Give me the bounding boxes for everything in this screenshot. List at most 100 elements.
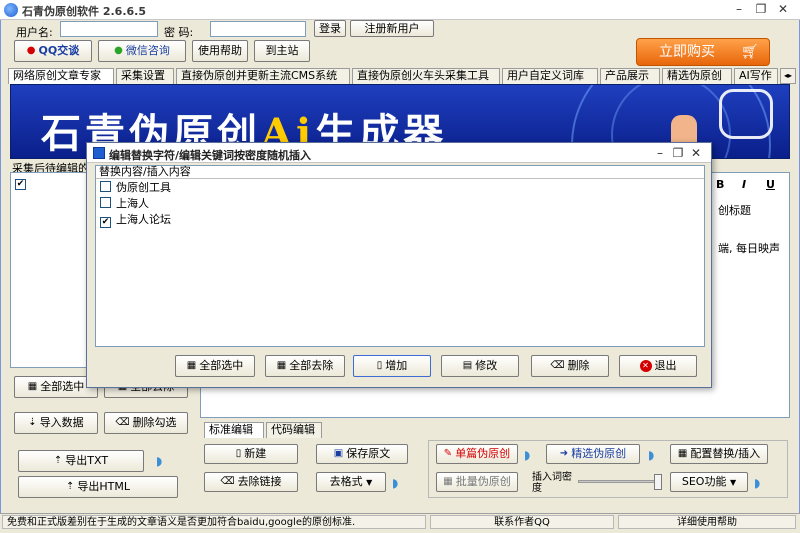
item-checkbox[interactable] <box>100 197 111 208</box>
export-html-button[interactable]: ⇡ 导出HTML <box>18 476 178 498</box>
close-button[interactable]: ✕ <box>772 1 794 18</box>
import-data-button[interactable]: ⇣ 导入数据 <box>14 412 98 434</box>
bold-button[interactable]: B <box>716 178 724 191</box>
openai-logo-icon <box>719 89 773 139</box>
selected-pseudo-button[interactable]: ➜ 精选伪原创 <box>546 444 640 464</box>
dialog-exit-button[interactable]: ✕ 退出 <box>619 355 697 377</box>
username-input[interactable] <box>60 21 158 37</box>
wechat-icon: ● <box>114 45 123 56</box>
density-slider-thumb[interactable] <box>654 474 662 490</box>
format-toolbar: B I U <box>712 176 788 192</box>
chat-bubble-icon: ◗ <box>754 476 761 490</box>
pseudo-title-label: 创标题 <box>718 204 751 217</box>
help-button[interactable]: 使用帮助 <box>192 40 248 62</box>
list-item[interactable]: 上海人 <box>100 196 149 212</box>
export-icon: ⇡ <box>53 455 63 466</box>
buy-now-button[interactable]: 立即购买 🛒︎ <box>636 38 770 66</box>
title-bar: 石青伪原创软件 2.6.6.5 – ❐ ✕ <box>0 0 800 20</box>
chat-bubble-icon: ◗ <box>524 448 531 462</box>
tab-standard-edit[interactable]: 标准编辑 <box>204 422 264 438</box>
tab-scroll-arrows[interactable]: ◂▸ <box>780 68 796 84</box>
item-checkbox-checked[interactable]: ✔ <box>100 217 111 228</box>
arrow-right-icon: ➜ <box>559 448 569 459</box>
list-header: 替换内容/插入内容 <box>96 166 704 179</box>
delete-checked-button[interactable]: ⌫ 删除勾选 <box>104 412 188 434</box>
save-original-button[interactable]: ▣ 保存原文 <box>316 444 408 464</box>
register-button[interactable]: 注册新用户 <box>350 20 434 37</box>
qq-icon: ● <box>26 45 36 56</box>
config-replace-button[interactable]: ▦ 配置替换/插入 <box>670 444 768 464</box>
tab-products[interactable]: 产品展示 <box>600 68 660 84</box>
password-input[interactable] <box>210 21 306 37</box>
tab-collect-settings[interactable]: 采集设置 <box>116 68 174 84</box>
dialog-title: 编辑替换字符/编辑关键词按密度随机插入 <box>109 149 312 162</box>
batch-icon: ▦ <box>443 476 453 487</box>
manual-link[interactable]: 详细使用帮助 <box>618 515 796 529</box>
exit-icon: ✕ <box>639 360 652 372</box>
pen-icon: ✎ <box>443 448 453 459</box>
chevron-down-icon: ▼ <box>729 478 737 487</box>
tab-custom-dict[interactable]: 用户自定义词库 <box>502 68 598 84</box>
chat-bubble-icon: ◗ <box>156 454 163 468</box>
import-icon: ⇣ <box>28 417 37 428</box>
batch-pseudo-button[interactable]: ▦ 批量伪原创 <box>436 472 518 492</box>
edit-icon: ▤ <box>462 360 473 371</box>
content-snippet: 端, 每日映声 <box>718 242 780 255</box>
password-label: 密 码: <box>164 26 194 39</box>
dialog-clear-all-button[interactable]: ▦ 全部去除 <box>265 355 345 377</box>
cart-icon: 🛒︎ <box>741 44 759 60</box>
config-icon: ▦ <box>677 448 688 459</box>
list-item[interactable]: ✔ 上海人论坛 <box>100 212 171 228</box>
remove-links-button[interactable]: ⌫ 去除链接 <box>204 472 298 492</box>
dialog-edit-button[interactable]: ▤ 修改 <box>441 355 519 377</box>
minimize-button[interactable]: – <box>728 1 750 18</box>
window-title: 石青伪原创软件 2.6.6.5 <box>22 5 146 18</box>
restore-button[interactable]: ❐ <box>750 1 772 18</box>
wechat-button[interactable]: ● 微信咨询 <box>98 40 186 62</box>
chevron-down-icon: ▼ <box>366 478 373 487</box>
clear-all-icon: ▦ <box>276 360 287 371</box>
save-icon: ▣ <box>333 448 344 459</box>
replace-dialog: 编辑替换字符/编辑关键词按密度随机插入 – ❐ ✕ 替换内容/插入内容 伪原创工… <box>86 142 712 388</box>
density-slider-track[interactable] <box>578 480 662 483</box>
dialog-delete-button[interactable]: ⌫ 删除 <box>531 355 609 377</box>
new-button[interactable]: ▯ 新建 <box>204 444 298 464</box>
tab-cms[interactable]: 直接伪原创并更新主流CMS系统 <box>176 68 350 84</box>
eraser-icon: ⌫ <box>550 360 565 371</box>
tab-ai-writing[interactable]: AI写作 <box>734 68 778 84</box>
list-item[interactable]: 伪原创工具 <box>100 180 171 196</box>
dialog-close-button[interactable]: ✕ <box>685 145 707 162</box>
seo-dropdown[interactable]: SEO功能 ▼ <box>670 472 748 492</box>
dialog-add-button[interactable]: ▯ 增加 <box>353 355 431 377</box>
replace-list[interactable]: 替换内容/插入内容 伪原创工具 上海人 ✔ 上海人论坛 <box>95 165 705 347</box>
dialog-icon <box>93 147 105 159</box>
select-all-icon: ▦ <box>186 360 197 371</box>
login-button[interactable]: 登录 <box>314 20 346 37</box>
tab-code-edit[interactable]: 代码编辑 <box>266 422 322 438</box>
contact-author-link[interactable]: 联系作者QQ <box>430 515 614 529</box>
eraser-icon: ⌫ <box>115 417 130 428</box>
tab-selected-pseudo[interactable]: 精选伪原创 <box>662 68 732 84</box>
chat-bubble-icon: ◗ <box>648 448 655 462</box>
single-pseudo-button[interactable]: ✎ 单篇伪原创 <box>436 444 518 464</box>
qq-chat-button[interactable]: ● QQ交谈 <box>14 40 92 62</box>
select-all-icon: ▦ <box>27 381 38 392</box>
main-site-button[interactable]: 到主站 <box>254 40 310 62</box>
italic-button[interactable]: I <box>742 178 746 191</box>
app-icon <box>4 3 18 17</box>
underline-button[interactable]: U <box>766 178 775 191</box>
item-checkbox[interactable] <box>100 181 111 192</box>
format-dropdown[interactable]: 去格式 ▼ <box>316 472 386 492</box>
new-doc-icon: ▯ <box>235 448 242 459</box>
tab-locomotive[interactable]: 直接伪原创火车头采集工具 <box>352 68 500 84</box>
article-checkbox[interactable]: ✔ <box>15 179 26 190</box>
tab-article-expert[interactable]: 网络原创文章专家 <box>8 68 114 84</box>
eraser-icon: ⌫ <box>220 476 235 487</box>
dialog-select-all-button[interactable]: ▦ 全部选中 <box>175 355 255 377</box>
export-html-icon: ⇡ <box>65 481 75 492</box>
insert-density-label: 插入词密度 <box>532 472 572 494</box>
status-message: 免费和正式版差别在于生成的文章语义是否更加符合baidu,google的原创标准… <box>2 515 426 529</box>
username-label: 用户名: <box>16 26 53 39</box>
chat-bubble-icon: ◗ <box>392 476 399 490</box>
export-txt-button[interactable]: ⇡ 导出TXT <box>18 450 144 472</box>
